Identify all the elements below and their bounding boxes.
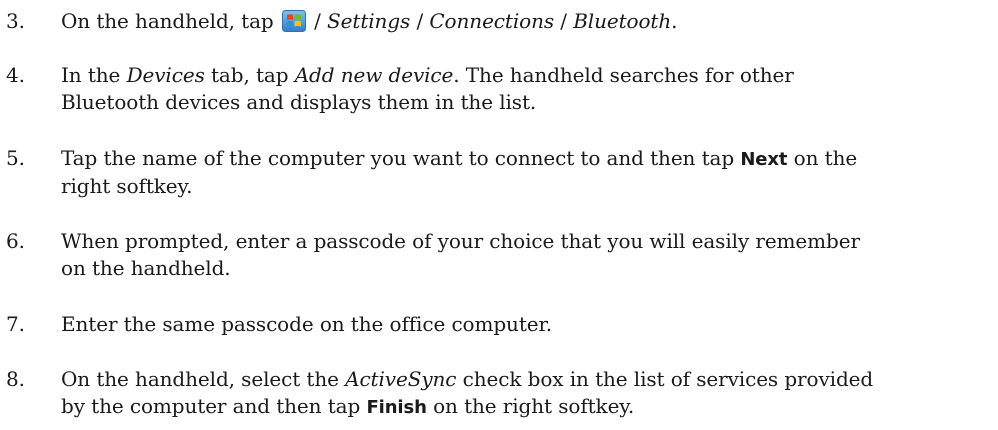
- bluetooth-path-item: Bluetooth: [573, 9, 672, 33]
- connections-path-item: Connections: [429, 9, 555, 33]
- step-3-text-b: /: [307, 9, 328, 33]
- step-8-text-f: on the right softkey.: [426, 394, 635, 418]
- step-8-line-2: by the computer and then tap Finish on t…: [61, 393, 981, 421]
- step-text: When prompted, enter a passcode of your …: [61, 228, 981, 282]
- step-4-text-e: . The handheld searches for other: [453, 63, 794, 87]
- step-3-text-d: /: [410, 9, 430, 33]
- windows-start-icon: [281, 10, 306, 32]
- step-4-line-2: Bluetooth devices and displays them in t…: [61, 90, 537, 114]
- activesync-checkbox-ref: ActiveSync: [345, 367, 457, 391]
- step-text: On the handheld, select the ActiveSync c…: [61, 366, 981, 421]
- next-softkey-ref: Next: [740, 149, 788, 170]
- step-3-text-h: .: [671, 9, 678, 33]
- step-text: On the handheld, tap / Settings / Connec…: [61, 8, 981, 35]
- step-number: 4.: [6, 63, 25, 87]
- settings-path-item: Settings: [327, 9, 411, 33]
- step-number: 7.: [6, 312, 25, 336]
- step-8-text-d: by the computer and then tap: [61, 394, 367, 418]
- step-5-text-c: on the: [787, 146, 858, 170]
- step-8-text-c: check box in the list of services provid…: [456, 367, 874, 391]
- step-number: 3.: [6, 9, 25, 33]
- step-number: 5.: [6, 146, 25, 170]
- step-8-text-a: On the handheld, select the: [61, 367, 346, 391]
- step-4-line-1: In the Devices tab, tap Add new device. …: [61, 62, 981, 89]
- step-8-line-1: On the handheld, select the ActiveSync c…: [61, 366, 981, 393]
- step-4-text-c: tab, tap: [204, 63, 295, 87]
- step-3-text-f: /: [554, 9, 574, 33]
- step-6-line-1: When prompted, enter a passcode of your …: [61, 229, 860, 253]
- devices-tab-ref: Devices: [126, 63, 205, 87]
- add-new-device-ref: Add new device: [294, 63, 454, 87]
- step-5-text-a: Tap the name of the computer you want to…: [61, 146, 741, 170]
- step-5-line-2: right softkey.: [61, 174, 193, 198]
- step-4-text-a: In the: [61, 63, 127, 87]
- step-3-text-a: On the handheld, tap: [61, 9, 280, 33]
- step-6-line-2: on the handheld.: [61, 256, 231, 280]
- step-number: 6.: [6, 229, 25, 253]
- finish-softkey-ref: Finish: [366, 397, 427, 418]
- step-text: In the Devices tab, tap Add new device. …: [61, 62, 981, 116]
- instruction-steps: 3. On the handheld, tap / Settings / Con…: [0, 0, 998, 430]
- step-5-line-1: Tap the name of the computer you want to…: [61, 145, 981, 173]
- step-number: 8.: [6, 367, 25, 391]
- step-text: Enter the same passcode on the office co…: [61, 312, 553, 336]
- step-text: Tap the name of the computer you want to…: [61, 145, 981, 200]
